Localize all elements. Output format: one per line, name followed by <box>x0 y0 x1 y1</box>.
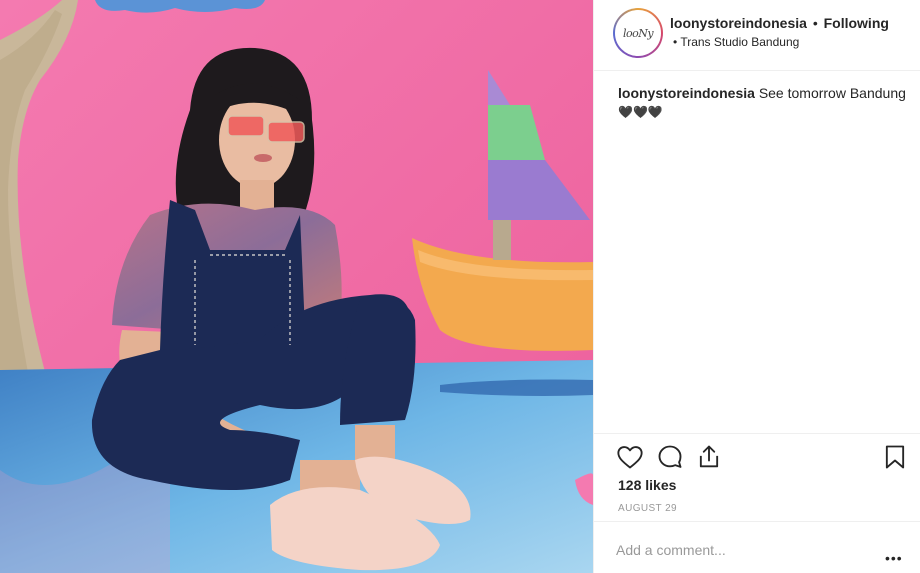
comment-input[interactable] <box>616 538 876 562</box>
location-line: • Trans Studio Bandung <box>673 35 799 49</box>
comment-divider <box>594 521 920 522</box>
likes-count[interactable]: 128 likes <box>618 477 676 493</box>
comment-icon[interactable] <box>656 443 684 471</box>
post-photo[interactable] <box>0 0 593 573</box>
post-date[interactable]: AUGUST 29 <box>618 503 677 514</box>
avatar-inner: looNy <box>615 10 661 56</box>
post-header: looNy loonystoreindonesia • Following • … <box>594 0 920 71</box>
post-details-panel: looNy loonystoreindonesia • Following • … <box>593 0 920 573</box>
header-line: loonystoreindonesia • Following <box>670 14 889 32</box>
avatar-logo: looNy <box>622 26 654 40</box>
following-button[interactable]: Following <box>824 15 889 31</box>
share-icon[interactable] <box>695 443 723 471</box>
separator-dot: • <box>812 15 818 31</box>
username-link[interactable]: loonystoreindonesia <box>670 15 807 31</box>
bookmark-icon[interactable] <box>881 443 909 471</box>
location-link[interactable]: Trans Studio Bandung <box>680 35 799 49</box>
caption-username[interactable]: loonystoreindonesia <box>618 85 755 101</box>
post-image <box>0 0 593 573</box>
heart-icon[interactable] <box>616 443 644 471</box>
avatar[interactable]: looNy <box>613 8 663 58</box>
more-options-icon[interactable]: ••• <box>885 550 903 566</box>
caption-hearts: 🖤🖤🖤 <box>618 105 663 119</box>
caption-text: See tomorrow Bandung <box>758 85 906 101</box>
caption: loonystoreindonesia See tomorrow Bandung… <box>618 84 913 121</box>
location-bullet: • <box>673 35 678 49</box>
actions-divider <box>594 433 920 434</box>
